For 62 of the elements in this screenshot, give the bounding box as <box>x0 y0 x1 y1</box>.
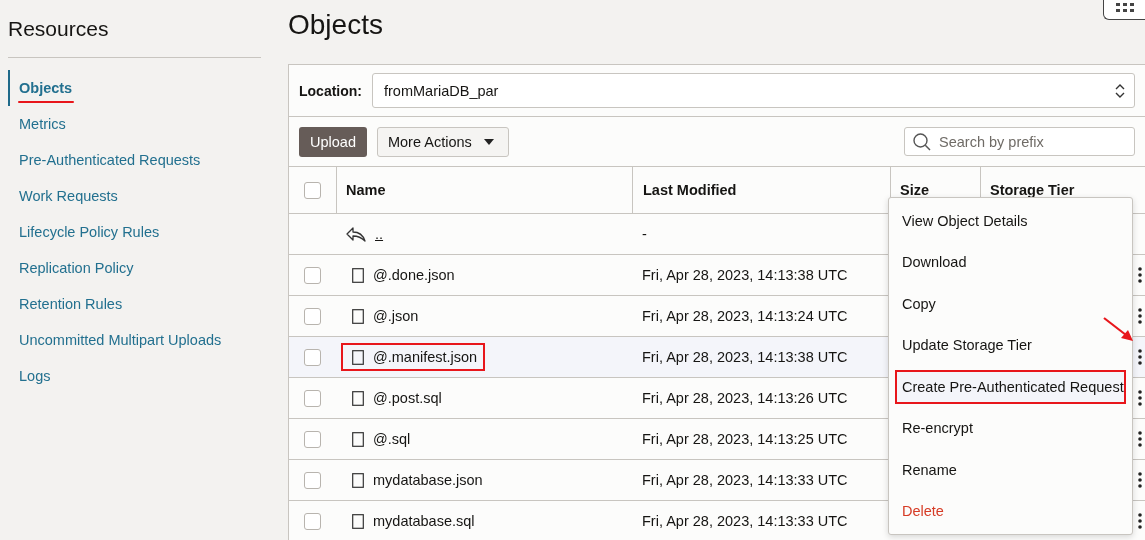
grid-icon <box>1114 3 1135 13</box>
kebab-menu-icon[interactable] <box>1138 267 1142 283</box>
modified-time: Fri, Apr 28, 2023, 14:13:25 UTC <box>642 431 848 447</box>
location-label: Location: <box>299 82 363 99</box>
sidebar-link[interactable]: Metrics <box>8 106 288 142</box>
sidebar-link[interactable]: Retention Rules <box>8 286 288 322</box>
upload-button[interactable]: Upload <box>299 126 367 157</box>
modified-time: Fri, Apr 28, 2023, 14:13:38 UTC <box>642 349 848 365</box>
sidebar-link[interactable]: Replication Policy <box>8 250 288 286</box>
file-icon <box>352 472 364 488</box>
select-all-checkbox[interactable] <box>304 181 321 199</box>
search-field[interactable]: Search by prefix <box>904 127 1135 156</box>
sidebar-link[interactable]: Work Requests <box>8 178 288 214</box>
kebab-menu-icon[interactable] <box>1138 472 1142 488</box>
file-icon <box>352 349 364 365</box>
modified-time: Fri, Apr 28, 2023, 14:13:33 UTC <box>642 513 848 529</box>
file-name-link[interactable]: @.post.sql <box>373 390 442 406</box>
column-header[interactable]: Name <box>336 167 632 213</box>
sidebar-title: Resources <box>8 16 110 42</box>
row-checkbox[interactable] <box>304 266 321 284</box>
file-name-link[interactable]: mydatabase.sql <box>373 513 475 529</box>
sidebar-link[interactable]: Logs <box>8 358 288 394</box>
row-checkbox[interactable] <box>304 389 321 407</box>
row-checkbox[interactable] <box>304 348 321 366</box>
row-checkbox[interactable] <box>304 512 321 530</box>
file-name-link[interactable]: @.manifest.json <box>373 349 478 365</box>
annotation-arrow <box>1102 316 1134 342</box>
back-arrow-icon <box>345 226 367 242</box>
kebab-menu-icon[interactable] <box>1138 513 1142 529</box>
file-icon <box>352 431 364 447</box>
file-icon <box>352 308 364 324</box>
file-name-link[interactable]: @.sql <box>373 431 411 447</box>
kebab-menu-icon[interactable] <box>1138 308 1142 324</box>
row-checkbox[interactable] <box>304 430 321 448</box>
modified-time: Fri, Apr 28, 2023, 14:13:26 UTC <box>642 390 848 406</box>
file-name-link[interactable]: @.json <box>373 308 419 324</box>
row-checkbox[interactable] <box>304 471 321 489</box>
file-name-link[interactable]: mydatabase.json <box>373 472 483 488</box>
modified-time: - <box>642 226 647 242</box>
caret-icon <box>483 138 494 145</box>
menu-item[interactable]: Create Pre-Authenticated Request <box>895 370 1126 404</box>
kebab-menu-icon[interactable] <box>1138 349 1142 365</box>
file-name-link[interactable]: @.done.json <box>373 267 455 283</box>
modified-time: Fri, Apr 28, 2023, 14:13:38 UTC <box>642 267 848 283</box>
modified-time: Fri, Apr 28, 2023, 14:13:33 UTC <box>642 472 848 488</box>
updown-icon <box>1115 82 1125 99</box>
file-icon <box>352 513 364 529</box>
apps-button[interactable] <box>1103 0 1145 20</box>
location-select[interactable]: fromMariaDB_par <box>372 73 1135 108</box>
sidebar-link[interactable]: Lifecycle Policy Rules <box>8 214 288 250</box>
kebab-menu-icon[interactable] <box>1138 390 1142 406</box>
file-icon <box>352 390 364 406</box>
row-checkbox[interactable] <box>304 307 321 325</box>
sidebar-link[interactable]: Pre-Authenticated Requests <box>8 142 288 178</box>
parent-folder-link[interactable]: .. <box>375 226 384 242</box>
kebab-menu-icon[interactable] <box>1138 431 1142 447</box>
file-icon <box>352 267 364 283</box>
modified-time: Fri, Apr 28, 2023, 14:13:24 UTC <box>642 308 848 324</box>
page-title: Objects <box>288 8 383 42</box>
search-icon <box>912 132 932 152</box>
sidebar-link[interactable]: Uncommitted Multipart Uploads <box>8 322 288 358</box>
more-actions-button[interactable]: More Actions <box>376 126 509 157</box>
